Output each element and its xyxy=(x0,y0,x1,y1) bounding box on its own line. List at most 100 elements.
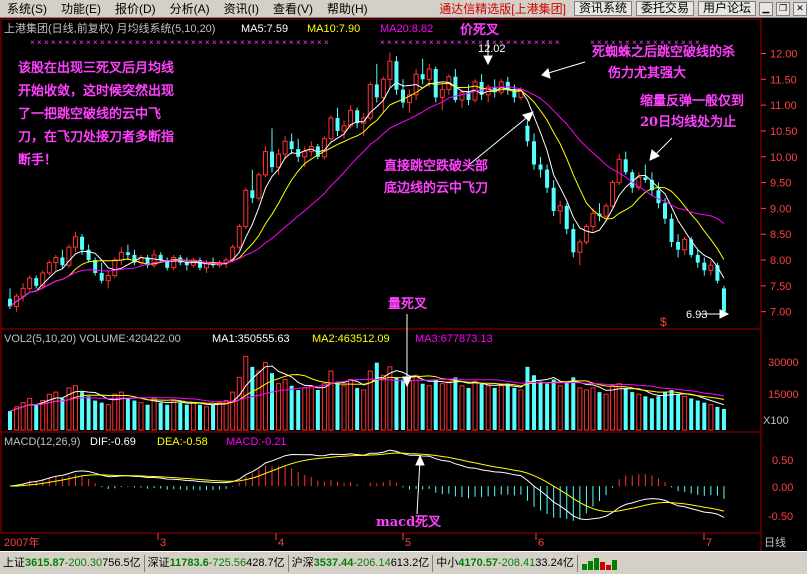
candle-body-down xyxy=(93,260,98,273)
cross-mark: × xyxy=(100,38,105,47)
candle-body-down xyxy=(158,254,163,261)
candle-body-up xyxy=(590,213,596,227)
candle-body-down xyxy=(551,187,556,211)
cross-mark: × xyxy=(387,38,392,47)
spider-note-line-2: 伤力尤其强大 xyxy=(607,65,686,81)
volume-bar-down xyxy=(702,402,707,430)
volume-bar-down xyxy=(525,366,530,430)
cross-mark: × xyxy=(541,38,546,47)
volume-bar-up xyxy=(387,366,393,431)
arrow-spider xyxy=(544,61,586,75)
candle-body-up xyxy=(439,89,445,98)
death-cross-label: 价死叉 xyxy=(460,23,500,38)
index-hs300[interactable]: 沪深3537.44-206.14613.2亿 xyxy=(289,554,434,572)
cross-mark: × xyxy=(142,38,147,47)
volume-bar-down xyxy=(99,402,104,430)
ma20-label: MA20:8.82 xyxy=(380,23,433,35)
macd-dif-line xyxy=(9,449,725,521)
volume-bar-up xyxy=(262,362,268,431)
index-shanghai[interactable]: 上证3615.87-200.30756.5亿 xyxy=(0,554,145,572)
cross-mark: × xyxy=(296,38,301,47)
time-3: 3 xyxy=(160,537,166,549)
volume-bar-down xyxy=(250,366,255,430)
rebound-note-line-1: 缩量反弹一般仅到 xyxy=(640,93,744,109)
price-tick-label: 10.50 xyxy=(770,126,798,138)
ma10-label: MA10:7.90 xyxy=(307,23,360,35)
volume-bar-down xyxy=(630,392,635,430)
candle-body-down xyxy=(656,190,661,204)
cross-mark: × xyxy=(324,38,329,47)
volume-bar-up xyxy=(367,370,373,431)
cross-mark: × xyxy=(247,38,252,47)
dea-label: DEA:-0.58 xyxy=(157,436,208,448)
volume-bar-down xyxy=(178,402,183,430)
macd-cross-label: macd死叉 xyxy=(376,515,442,530)
candle-body-down xyxy=(270,151,274,168)
index-smallcap[interactable]: 中小4170.57-208.4133.24亿 xyxy=(433,554,578,572)
candle-body-down xyxy=(60,257,65,266)
price-tick-label: 8.50 xyxy=(770,229,791,241)
cross-mark: × xyxy=(107,38,112,47)
volume-bar-down xyxy=(453,377,458,430)
left-note-line-3: 了一把跳空破线的云中飞 xyxy=(18,106,161,122)
volume-bar-down xyxy=(663,392,667,430)
candle-body-up xyxy=(112,259,118,277)
price-tick-label: 12.00 xyxy=(770,48,798,60)
vol-tick-15000: 15000 xyxy=(768,389,799,401)
cross-mark: × xyxy=(163,38,168,47)
annotation-arrows xyxy=(402,40,730,515)
volume-bar-up xyxy=(328,370,334,431)
cross-mark: × xyxy=(506,38,511,47)
cross-mark: × xyxy=(121,38,126,47)
stock-chart[interactable]: 上港集团(日线,前复权) 月均线系统(5,10,20) MA5:7.59 MA1… xyxy=(0,0,807,551)
candle-body-up xyxy=(577,241,583,253)
volume-bar-down xyxy=(132,400,137,430)
time-6: 6 xyxy=(538,537,544,549)
candle-body-up xyxy=(105,275,111,282)
volume-bar-up xyxy=(14,406,20,431)
candle-body-up xyxy=(276,153,282,168)
candle-body-down xyxy=(335,118,340,131)
volume-bar-down xyxy=(433,379,438,430)
cross-mark: × xyxy=(317,38,322,47)
index-shenzhen-value: 11783.6 xyxy=(169,556,209,569)
candle-body-up xyxy=(46,262,52,274)
volume-bar-down xyxy=(355,387,360,430)
cross-mark: × xyxy=(513,38,518,47)
volume-bar-up xyxy=(583,389,589,431)
volume-axis: 30000 15000 X100 xyxy=(763,357,799,427)
index-shenzhen[interactable]: 深证11783.6-725.56428.7亿 xyxy=(145,554,289,572)
cross-mark: × xyxy=(93,38,98,47)
cross-mark: × xyxy=(58,38,63,47)
candle-body-down xyxy=(289,141,294,150)
rebound-note-line-2: 20日均线处为止 xyxy=(640,114,736,130)
volume-bar-up xyxy=(223,400,229,431)
cross-mark: × xyxy=(51,38,56,47)
volume-bar-up xyxy=(498,385,504,431)
index-shenzhen-name: 深证 xyxy=(147,556,170,569)
candle-body-up xyxy=(380,78,386,98)
index-hs300-name: 沪深 xyxy=(291,556,314,569)
volume-bar-down xyxy=(93,400,98,430)
candle-body-down xyxy=(669,218,674,242)
candle-body-down xyxy=(394,61,399,90)
arrow-rebound xyxy=(653,137,673,157)
cross-mark: × xyxy=(275,38,280,47)
price-tick-label: 11.00 xyxy=(770,100,797,112)
cross-mark: × xyxy=(191,38,196,47)
volume-pane-title: VOL2(5,10,20) VOLUME:420422.00 xyxy=(4,333,181,345)
volume-bar-down xyxy=(315,390,320,430)
volume-bar-up xyxy=(171,400,177,431)
price-tick-label: 9.50 xyxy=(770,178,791,190)
candle-body-down xyxy=(401,89,405,103)
volume-bar-down xyxy=(296,390,301,430)
candle-body-down xyxy=(538,164,543,170)
index-smallcap-value: 4170.57 xyxy=(458,556,498,569)
cross-mark: × xyxy=(408,38,413,47)
price-tick-label: 11.50 xyxy=(770,74,797,86)
cross-mark: × xyxy=(443,38,448,47)
volume-bar-down xyxy=(374,362,379,430)
volume-bar-down xyxy=(689,398,694,430)
volume-bar-up xyxy=(610,385,616,431)
candle-body-up xyxy=(53,256,59,264)
